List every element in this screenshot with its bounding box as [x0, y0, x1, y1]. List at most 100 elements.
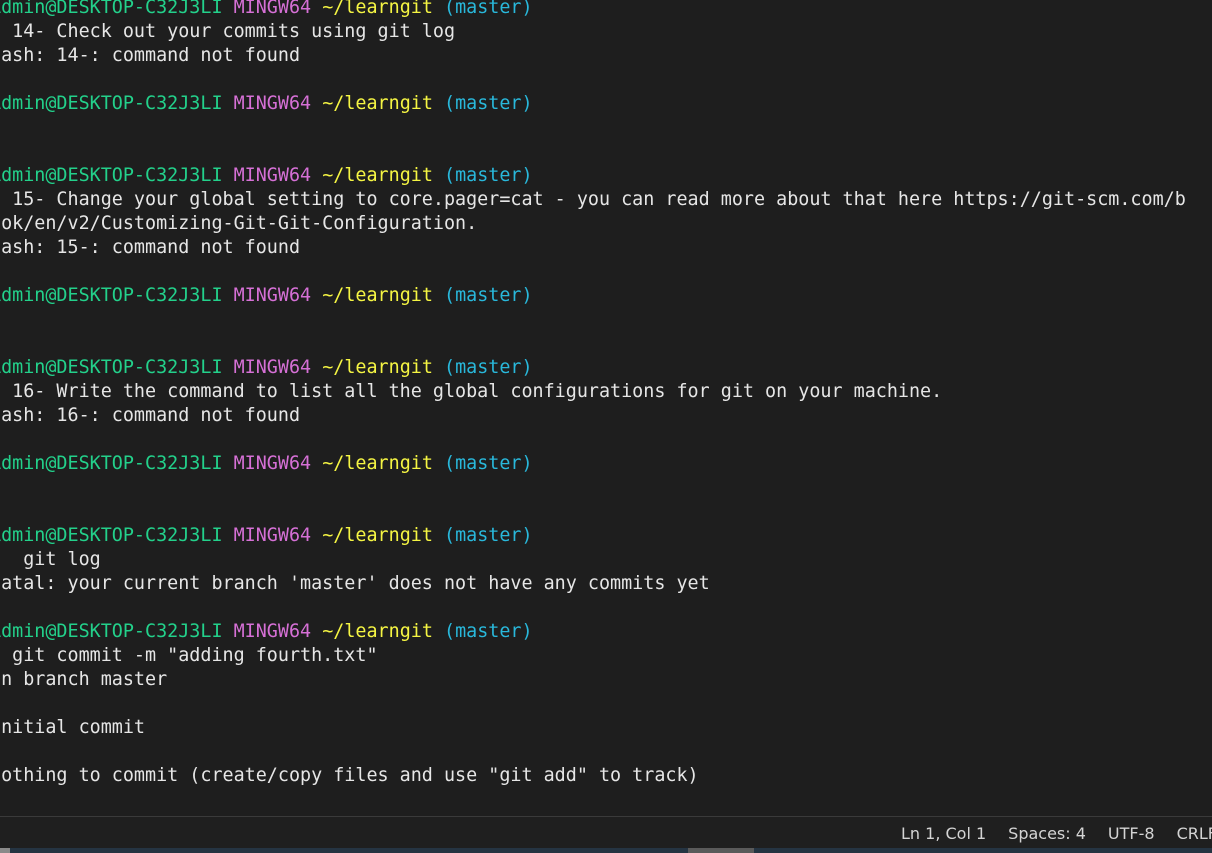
prompt-userhost: Admin@DESKTOP-C32J3LI — [0, 285, 223, 306]
prompt-path: ~/learngit — [322, 621, 433, 642]
prompt-userhost: Admin@DESKTOP-C32J3LI — [0, 525, 223, 546]
prompt-userhost: Admin@DESKTOP-C32J3LI — [0, 621, 223, 642]
prompt-system: MINGW64 — [233, 525, 312, 546]
terminal-text: Initial commit — [0, 717, 146, 738]
prompt-system: MINGW64 — [233, 165, 312, 186]
prompt-userhost: Admin@DESKTOP-C32J3LI — [0, 165, 223, 186]
terminal-line: Admin@DESKTOP-C32J3LI MINGW64 ~/learngit… — [0, 356, 1186, 380]
prompt-system: MINGW64 — [233, 453, 312, 474]
terminal-line: $ — [0, 116, 1186, 140]
terminal-line: fatal: your current branch 'master' does… — [0, 572, 1186, 596]
terminal-text: nothing to commit (create/copy files and… — [0, 765, 699, 786]
terminal-text: bash: 14-: command not found — [0, 45, 301, 66]
prompt-userhost: Admin@DESKTOP-C32J3LI — [0, 0, 223, 18]
terminal-text: $ — [0, 117, 1, 138]
terminal-text: $ git log — [0, 549, 101, 570]
prompt-branch: (master) — [444, 357, 533, 378]
prompt-path: ~/learngit — [322, 165, 433, 186]
prompt-path: ~/learngit — [322, 357, 433, 378]
prompt-path: ~/learngit — [322, 453, 433, 474]
terminal-line: $ 15- Change your global setting to core… — [0, 188, 1186, 212]
prompt-userhost: Admin@DESKTOP-C32J3LI — [0, 93, 223, 114]
prompt-system: MINGW64 — [233, 357, 312, 378]
line-ending-status[interactable]: CRLF — [1166, 824, 1212, 843]
terminal-text: ook/en/v2/Customizing-Git-Git-Configurat… — [0, 213, 478, 234]
terminal-line: Admin@DESKTOP-C32J3LI MINGW64 ~/learngit… — [0, 284, 1186, 308]
cursor-position-status[interactable]: Ln 1, Col 1 — [890, 824, 997, 843]
terminal-line: Admin@DESKTOP-C32J3LI MINGW64 ~/learngit… — [0, 620, 1186, 644]
terminal-line: ook/en/v2/Customizing-Git-Git-Configurat… — [0, 212, 1186, 236]
prompt-system: MINGW64 — [233, 285, 312, 306]
prompt-branch: (master) — [444, 621, 533, 642]
terminal-text: $ — [0, 477, 1, 498]
terminal-text: $ git commit -m "adding fourth.txt" — [0, 645, 378, 666]
terminal-line: $ — [0, 308, 1186, 332]
terminal-line: Admin@DESKTOP-C32J3LI MINGW64 ~/learngit… — [0, 164, 1186, 188]
prompt-userhost: Admin@DESKTOP-C32J3LI — [0, 357, 223, 378]
status-items: Ln 1, Col 1 Spaces: 4 UTF-8 CRLF — [890, 817, 1212, 849]
terminal-text: $ 14- Check out your commits using git l… — [0, 21, 456, 42]
scrollbar-thumb[interactable] — [688, 848, 754, 853]
terminal-line: bash: 16-: command not found — [0, 404, 1186, 428]
prompt-path: ~/learngit — [322, 525, 433, 546]
terminal-line: bash: 14-: command not found — [0, 44, 1186, 68]
terminal-line: Admin@DESKTOP-C32J3LI MINGW64 ~/learngit… — [0, 524, 1186, 548]
terminal-line: Initial commit — [0, 716, 1186, 740]
prompt-system: MINGW64 — [233, 0, 312, 18]
terminal-text: bash: 16-: command not found — [0, 405, 301, 426]
status-bar: Ln 1, Col 1 Spaces: 4 UTF-8 CRLF — [0, 816, 1212, 849]
prompt-branch: (master) — [444, 453, 533, 474]
terminal-line: Admin@DESKTOP-C32J3LI MINGW64 ~/learngit… — [0, 0, 1186, 20]
prompt-path: ~/learngit — [322, 285, 433, 306]
terminal-text: bash: 15-: command not found — [0, 237, 301, 258]
horizontal-scrollbar[interactable] — [0, 848, 1212, 853]
terminal-line: bash: 15-: command not found — [0, 236, 1186, 260]
terminal-text: On branch master — [0, 669, 168, 690]
terminal-line: $ 16- Write the command to list all the … — [0, 380, 1186, 404]
prompt-branch: (master) — [444, 525, 533, 546]
terminal-line: $ 14- Check out your commits using git l… — [0, 20, 1186, 44]
terminal-line: On branch master — [0, 668, 1186, 692]
prompt-system: MINGW64 — [233, 93, 312, 114]
encoding-status[interactable]: UTF-8 — [1097, 824, 1166, 843]
terminal-line: nothing to commit (create/copy files and… — [0, 764, 1186, 788]
terminal-line: $ — [0, 476, 1186, 500]
prompt-userhost: Admin@DESKTOP-C32J3LI — [0, 453, 223, 474]
terminal-panel[interactable]: Admin@DESKTOP-C32J3LI MINGW64 ~/learngit… — [0, 0, 1212, 816]
indentation-status[interactable]: Spaces: 4 — [997, 824, 1097, 843]
scrollbar-left-edge — [0, 848, 10, 853]
terminal-text: fatal: your current branch 'master' does… — [0, 573, 710, 594]
prompt-branch: (master) — [444, 285, 533, 306]
terminal-text: $ 16- Write the command to list all the … — [0, 381, 943, 402]
prompt-branch: (master) — [444, 165, 533, 186]
terminal-line: $ git log — [0, 548, 1186, 572]
